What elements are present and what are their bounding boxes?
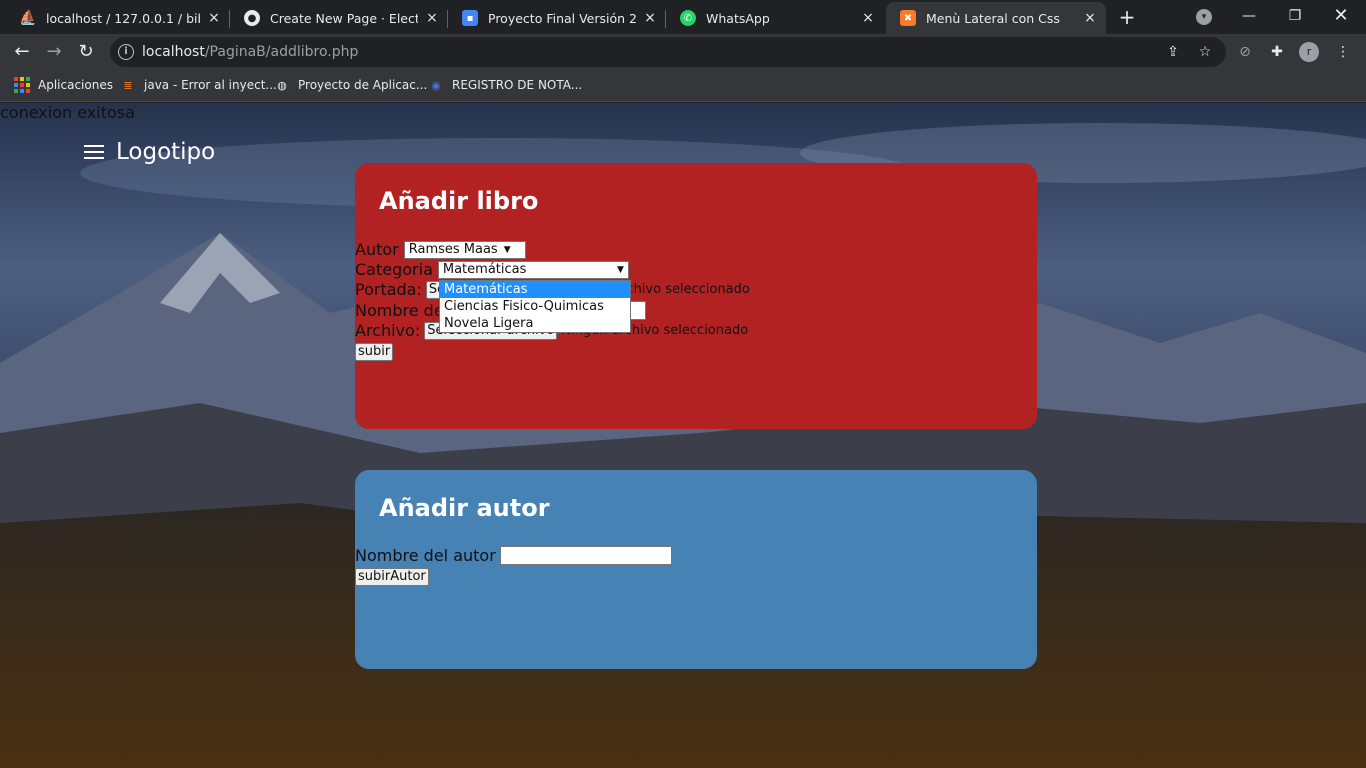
phpmyadmin-icon: ⛵ — [19, 10, 37, 26]
connection-message: conexion exitosa — [0, 103, 135, 122]
minimize-icon[interactable]: — — [1226, 0, 1272, 34]
categoria-row: Categoria Matemáticas ▼ — [355, 260, 629, 279]
chevron-down-icon: ▼ — [503, 244, 511, 255]
bookmark-label: Proyecto de Aplicac... — [298, 78, 428, 92]
tab-title: WhatsApp — [706, 10, 770, 26]
tab-menu-lateral[interactable]: ✖ Menù Lateral con Css × — [886, 2, 1106, 34]
tab-title: Menù Lateral con Css — [926, 10, 1060, 26]
archivo-label: Archivo: — [355, 321, 421, 340]
maximize-icon[interactable]: ❐ — [1272, 0, 1318, 34]
window-close-icon[interactable]: ✕ — [1318, 0, 1364, 34]
back-icon[interactable]: ← — [10, 40, 34, 64]
logo: Logotipo — [84, 139, 215, 165]
add-author-card: Añadir autor Nombre del autor subirAutor — [355, 470, 1037, 669]
dropdown-option[interactable]: Matemáticas — [440, 281, 630, 298]
add-author-title: Añadir autor — [379, 494, 550, 522]
tab-strip: ⛵ localhost / 127.0.0.1 / bibliote × ● C… — [0, 0, 1366, 34]
globe-icon: ◍ — [277, 78, 287, 92]
add-book-title: Añadir libro — [379, 187, 539, 215]
nombre-autor-input[interactable] — [499, 546, 672, 565]
nombre-autor-label: Nombre del autor — [355, 546, 496, 565]
close-icon[interactable]: × — [860, 10, 876, 26]
forward-icon[interactable]: → — [42, 40, 66, 64]
dropdown-option[interactable]: Novela Ligera — [440, 315, 630, 332]
tab-title: Create New Page · ElectroMa — [270, 10, 418, 26]
subir-button[interactable]: subir — [355, 343, 394, 361]
apps-grid-icon — [14, 77, 30, 93]
tab-whatsapp[interactable]: ✆ WhatsApp × — [666, 2, 884, 34]
bookmark-label: Aplicaciones — [38, 78, 113, 92]
whatsapp-icon: ✆ — [680, 10, 696, 26]
tab-title: Proyecto Final Versión 2.0 — [488, 10, 636, 26]
reload-icon[interactable]: ↻ — [74, 40, 98, 64]
chevron-down-icon: ▼ — [616, 264, 624, 275]
autor-row: Autor Ramses Maas ▼ — [355, 240, 526, 259]
tab-search-icon[interactable]: ▾ — [1196, 9, 1212, 25]
bookmark-proyecto[interactable]: ◍ Proyecto de Aplicac... — [274, 77, 427, 93]
site-info-icon[interactable]: i — [118, 44, 134, 60]
bookmark-label: REGISTRO DE NOTA... — [452, 78, 583, 92]
close-icon[interactable]: × — [642, 10, 658, 26]
github-icon: ● — [244, 10, 260, 26]
close-icon[interactable]: × — [424, 10, 440, 26]
tab-github[interactable]: ● Create New Page · ElectroMa × — [230, 2, 448, 34]
hamburger-menu-icon[interactable] — [84, 141, 104, 163]
stackoverflow-icon: ≣ — [123, 78, 133, 92]
xampp-icon: ✖ — [900, 10, 916, 26]
avatar[interactable]: r — [1299, 42, 1319, 62]
categoria-select[interactable]: Matemáticas ▼ — [437, 260, 629, 279]
tab-phpmyadmin[interactable]: ⛵ localhost / 127.0.0.1 / bibliote × — [6, 2, 230, 34]
categoria-dropdown-list: Matemáticas Ciencias Fisico-Quimicas Nov… — [439, 280, 631, 333]
close-icon[interactable]: × — [206, 10, 222, 26]
bookmark-java-error[interactable]: ≣ java - Error al inyect... — [120, 77, 277, 93]
subir-autor-button[interactable]: subirAutor — [355, 568, 429, 586]
autor-selected-value: Ramses Maas — [408, 242, 498, 257]
browser-toolbar: ← → ↻ i localhost/PaginaB/addlibro.php ⇪… — [0, 34, 1366, 70]
tab-title: localhost / 127.0.0.1 / bibliote — [46, 10, 200, 26]
tab-classroom[interactable]: ▪ Proyecto Final Versión 2.0 × — [448, 2, 666, 34]
url-text[interactable]: localhost/PaginaB/addlibro.php — [142, 44, 358, 60]
categoria-selected-value: Matemáticas — [442, 262, 527, 277]
puzzle-icon[interactable]: ✚ — [1268, 43, 1286, 61]
url-host: localhost — [142, 44, 205, 60]
dropdown-option[interactable]: Ciencias Fisico-Quimicas — [440, 298, 630, 315]
bookmark-registro[interactable]: ◉ REGISTRO DE NOTA... — [428, 77, 582, 93]
menu-icon[interactable]: ⋮ — [1334, 43, 1352, 61]
bookmark-label: java - Error al inyect... — [144, 78, 277, 92]
close-icon[interactable]: × — [1082, 10, 1098, 26]
globe-icon: ◉ — [431, 78, 441, 92]
bookmark-star-icon[interactable]: ☆ — [1196, 43, 1214, 61]
page-viewport: conexion exitosa Logotipo Añadir libro A… — [0, 103, 1366, 768]
new-tab-button[interactable]: + — [1116, 6, 1138, 28]
extension-icon[interactable]: ⊘ — [1236, 43, 1254, 61]
portada-label: Portada: — [355, 280, 422, 299]
address-bar[interactable]: i localhost/PaginaB/addlibro.php ⇪ ☆ — [110, 37, 1226, 67]
autor-select[interactable]: Ramses Maas ▼ — [403, 240, 526, 259]
submit-autor-row: subirAutor — [355, 568, 429, 586]
bookmarks-bar: Aplicaciones ≣ java - Error al inyect...… — [0, 70, 1366, 102]
autor-label: Autor — [355, 240, 399, 259]
url-path: /PaginaB/addlibro.php — [204, 44, 359, 60]
categoria-label: Categoria — [355, 260, 433, 279]
nombre-autor-row: Nombre del autor — [355, 546, 672, 565]
submit-row: subir — [355, 343, 394, 361]
bookmark-aplicaciones[interactable]: Aplicaciones — [14, 77, 113, 93]
logo-text: Logotipo — [116, 139, 216, 165]
classroom-icon: ▪ — [462, 10, 478, 26]
share-icon[interactable]: ⇪ — [1164, 43, 1182, 61]
